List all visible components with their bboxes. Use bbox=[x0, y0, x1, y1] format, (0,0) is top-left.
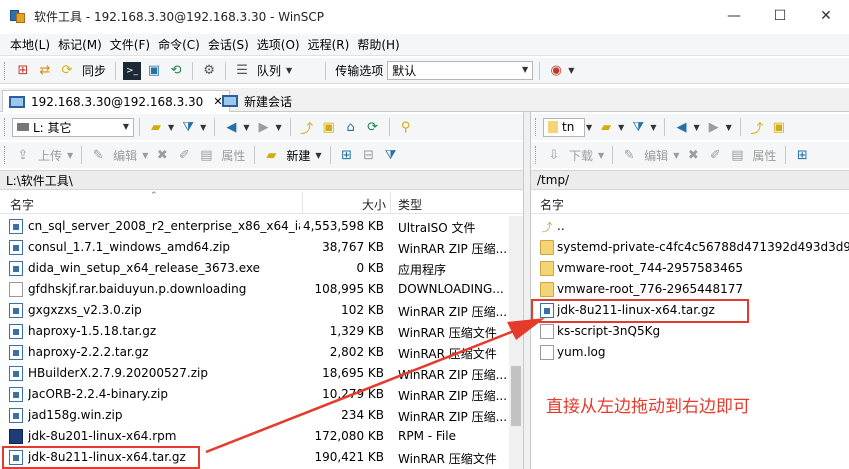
annotation-text: 直接从左边拖动到右边即可 bbox=[546, 397, 750, 417]
